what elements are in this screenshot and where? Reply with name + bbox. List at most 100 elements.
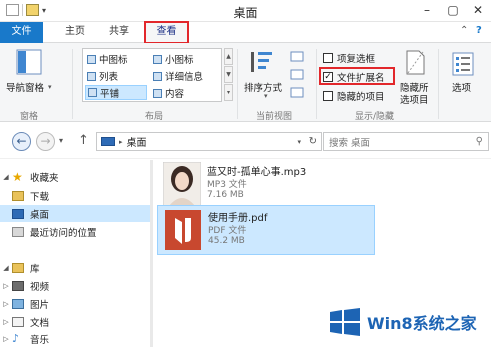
- file-extensions-highlight: [319, 67, 395, 85]
- desktop-icon: [12, 208, 24, 219]
- minimize-button[interactable]: –: [414, 0, 440, 20]
- libraries-icon: [12, 262, 24, 273]
- group-divider: [438, 49, 439, 119]
- search-icon[interactable]: ⚲: [476, 136, 483, 147]
- sort-by-button[interactable]: 排序方式: [244, 80, 282, 94]
- group-label-current-view: 当前视图: [256, 112, 293, 122]
- layout-small-icons[interactable]: 小图标: [153, 52, 194, 66]
- ribbon: 导航窗格 ▾ 窗格 中图标 小图标 列表 详细信息 平铺 内容 ▲ ▼ ▾ 布局…: [0, 43, 491, 122]
- chevron-down-icon[interactable]: ▾: [297, 138, 301, 146]
- layout-expand[interactable]: ▾: [224, 84, 233, 101]
- documents-icon: [12, 316, 24, 327]
- view-options-icons[interactable]: [289, 50, 307, 110]
- file-name: 使用手册.pdf: [208, 213, 268, 224]
- file-item[interactable]: 使用手册.pdf PDF 文件 45.2 MB: [157, 205, 375, 255]
- sidebar-item-pictures[interactable]: ▷ 图片: [0, 295, 150, 312]
- options-icon[interactable]: [451, 51, 475, 77]
- chevron-down-icon[interactable]: ▾: [264, 92, 268, 100]
- group-divider: [72, 49, 73, 119]
- layout-tiles[interactable]: 平铺: [85, 85, 147, 100]
- title-bar: ▾ 桌面 – ▢ ✕: [0, 0, 491, 22]
- sidebar-item-recent-places[interactable]: 最近访问的位置: [0, 223, 150, 240]
- sort-by-icon[interactable]: [248, 50, 274, 76]
- options-button[interactable]: 选项: [452, 80, 471, 94]
- file-item[interactable]: 蓝又时-孤单心事.mp3 MP3 文件 7.16 MB: [157, 160, 375, 210]
- close-button[interactable]: ✕: [465, 0, 491, 20]
- hidden-items-checkbox[interactable]: [323, 91, 333, 101]
- maximize-button[interactable]: ▢: [440, 0, 466, 20]
- sidebar-item-videos[interactable]: ▷ 视频: [0, 277, 150, 294]
- list-icon: [87, 71, 96, 81]
- navigation-pane: ◢ ★ 收藏夹 下载 桌面 最近访问的位置 ◢ 库 ▷ 视频 ▷ 图片 ▷ 文档…: [0, 160, 153, 347]
- tab-share[interactable]: 共享: [99, 22, 139, 43]
- content-icon: [153, 88, 162, 98]
- group-label-layout: 布局: [145, 112, 164, 122]
- collapse-arrow-icon[interactable]: ▷: [0, 335, 12, 343]
- layout-content[interactable]: 内容: [153, 86, 184, 100]
- file-type: PDF 文件: [208, 226, 247, 236]
- forward-button[interactable]: →: [36, 132, 55, 151]
- hide-selected-icon[interactable]: [404, 49, 428, 77]
- back-button[interactable]: ←: [12, 132, 31, 151]
- sidebar-item-desktop[interactable]: 桌面: [0, 205, 150, 222]
- recent-places-icon: [12, 226, 24, 237]
- sidebar-item-music[interactable]: ▷ ♪ 音乐: [0, 330, 150, 347]
- watermark-text: Win8系统之家: [367, 314, 477, 333]
- chevron-down-icon[interactable]: ▾: [48, 83, 52, 91]
- navigation-pane-icon[interactable]: [16, 49, 42, 77]
- hidden-items-toggle[interactable]: 隐藏的项目: [323, 89, 385, 103]
- sidebar-item-documents[interactable]: ▷ 文档: [0, 313, 150, 330]
- music-icon: ♪: [12, 331, 20, 345]
- help-icon[interactable]: ?: [476, 25, 482, 36]
- group-label-show-hide: 显示/隐藏: [355, 112, 395, 122]
- expand-arrow-icon[interactable]: ◢: [0, 173, 12, 181]
- recent-locations-icon[interactable]: ▾: [59, 136, 63, 145]
- small-icons-icon: [153, 54, 162, 64]
- hide-selected-label-2[interactable]: 选项目: [400, 92, 429, 106]
- sidebar-item-downloads[interactable]: 下载: [0, 187, 150, 204]
- collapse-arrow-icon[interactable]: ▷: [0, 282, 12, 290]
- address-path[interactable]: 桌面: [127, 134, 147, 149]
- sidebar-item-libraries[interactable]: ◢ 库: [0, 259, 150, 276]
- layout-details[interactable]: 详细信息: [153, 69, 203, 83]
- expand-arrow-icon[interactable]: ◢: [0, 264, 12, 272]
- layout-list[interactable]: 列表: [87, 69, 118, 83]
- ribbon-tabs: 文件 主页 共享 查看 ⌃ ?: [0, 21, 491, 72]
- collapse-arrow-icon[interactable]: ▷: [0, 300, 12, 308]
- address-bar[interactable]: ▸ 桌面 ▾ ↻: [96, 132, 322, 151]
- watermark: Win8系统之家: [329, 307, 477, 337]
- pdf-icon: [165, 210, 201, 250]
- item-checkboxes-toggle[interactable]: 项复选框: [323, 51, 375, 65]
- sidebar-item-favorites[interactable]: ◢ ★ 收藏夹: [0, 168, 150, 185]
- navigation-pane-button[interactable]: 导航窗格: [6, 80, 44, 94]
- medium-icons-icon: [87, 54, 96, 64]
- desktop-icon: [101, 137, 115, 146]
- address-row: ← → ▾ ↑ ▸ 桌面 ▾ ↻ 搜索 桌面 ⚲: [0, 123, 491, 159]
- collapse-ribbon-icon[interactable]: ⌃: [460, 25, 468, 36]
- collapse-arrow-icon[interactable]: ▷: [0, 318, 12, 326]
- star-icon: ★: [12, 169, 23, 184]
- file-name: 蓝又时-孤单心事.mp3: [207, 167, 307, 178]
- album-art-thumbnail: [163, 162, 201, 206]
- file-size: 45.2 MB: [208, 236, 245, 246]
- tab-view[interactable]: 查看: [144, 21, 189, 44]
- layout-scroll-up[interactable]: ▲: [224, 48, 233, 65]
- downloads-folder-icon: [12, 190, 24, 201]
- details-icon: [153, 71, 162, 81]
- search-input[interactable]: 搜索 桌面 ⚲: [323, 132, 489, 151]
- tiles-icon: [88, 88, 97, 97]
- up-arrow-icon[interactable]: ↑: [78, 133, 89, 148]
- pictures-icon: [12, 298, 24, 309]
- item-checkboxes-checkbox[interactable]: [323, 53, 333, 63]
- group-label-panes: 窗格: [20, 112, 39, 122]
- breadcrumb-chevron-icon[interactable]: ▸: [119, 138, 123, 146]
- group-divider: [316, 49, 317, 119]
- videos-icon: [12, 280, 24, 291]
- layout-medium-icons[interactable]: 中图标: [87, 52, 128, 66]
- file-size: 7.16 MB: [207, 190, 244, 200]
- layout-gallery: 中图标 小图标 列表 详细信息 平铺 内容: [82, 48, 222, 102]
- search-placeholder: 搜索 桌面: [329, 137, 371, 149]
- layout-scroll-down[interactable]: ▼: [224, 66, 233, 83]
- refresh-icon[interactable]: ↻: [309, 136, 317, 147]
- tab-home[interactable]: 主页: [55, 22, 95, 43]
